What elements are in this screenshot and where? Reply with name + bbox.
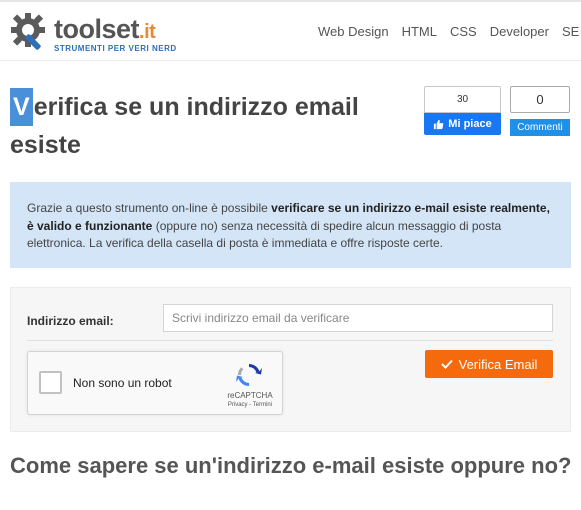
- logo-wordmark: toolset.it: [54, 14, 156, 44]
- form-divider: [27, 340, 553, 341]
- site-header: toolset.it STRUMENTI PER VERI NERD Web D…: [0, 2, 581, 61]
- section-heading: Come sapere se un'indirizzo e-mail esist…: [10, 453, 572, 478]
- logo-tagline: STRUMENTI PER VERI NERD: [54, 44, 177, 53]
- facebook-like-widget: 30 Mi piace: [424, 86, 501, 136]
- page-title: Verifica se un indirizzo email esiste: [10, 88, 370, 164]
- info-box: Grazie a questo strumento on-line è poss…: [10, 182, 571, 268]
- nav-item-css[interactable]: CSS: [450, 24, 477, 39]
- like-button[interactable]: Mi piace: [424, 113, 501, 135]
- site-logo[interactable]: toolset.it STRUMENTI PER VERI NERD: [10, 12, 176, 56]
- comments-widget: 0 Commenti: [510, 86, 570, 136]
- top-nav: Web Design HTML CSS Developer SE: [318, 24, 581, 39]
- title-text: erifica se un indirizzo email esiste: [10, 93, 359, 159]
- thumbs-up-icon: [434, 119, 444, 129]
- recaptcha-brand: reCAPTCHA: [227, 391, 273, 400]
- title-initial: V: [10, 88, 33, 126]
- check-icon: [440, 359, 453, 369]
- comments-count: 0: [510, 86, 570, 113]
- verify-email-button[interactable]: Verifica Email: [425, 350, 553, 378]
- nav-item-web-design[interactable]: Web Design: [318, 24, 389, 39]
- email-verify-form: Indirizzo email: Non sono un robot reCAP…: [10, 287, 571, 432]
- recaptcha-links[interactable]: Privacy - Termini: [220, 402, 280, 408]
- nav-item-se[interactable]: SE: [562, 24, 579, 39]
- captcha-label: Non sono un robot: [73, 376, 172, 390]
- gear-wrench-icon: [11, 13, 45, 50]
- like-label: Mi piace: [448, 118, 492, 130]
- captcha-checkbox[interactable]: [39, 371, 62, 394]
- comments-button[interactable]: Commenti: [510, 119, 570, 136]
- verify-email-label: Verifica Email: [458, 356, 538, 372]
- like-count: 30: [424, 86, 501, 113]
- nav-item-html[interactable]: HTML: [402, 24, 437, 39]
- email-input[interactable]: [163, 304, 553, 332]
- recaptcha-widget: Non sono un robot reCAPTCHA Privacy - Te…: [27, 351, 283, 415]
- nav-item-developer[interactable]: Developer: [490, 24, 549, 39]
- recaptcha-icon: [236, 364, 262, 386]
- info-text-1: Grazie a questo strumento on-line è poss…: [27, 201, 272, 215]
- email-label: Indirizzo email:: [27, 314, 114, 328]
